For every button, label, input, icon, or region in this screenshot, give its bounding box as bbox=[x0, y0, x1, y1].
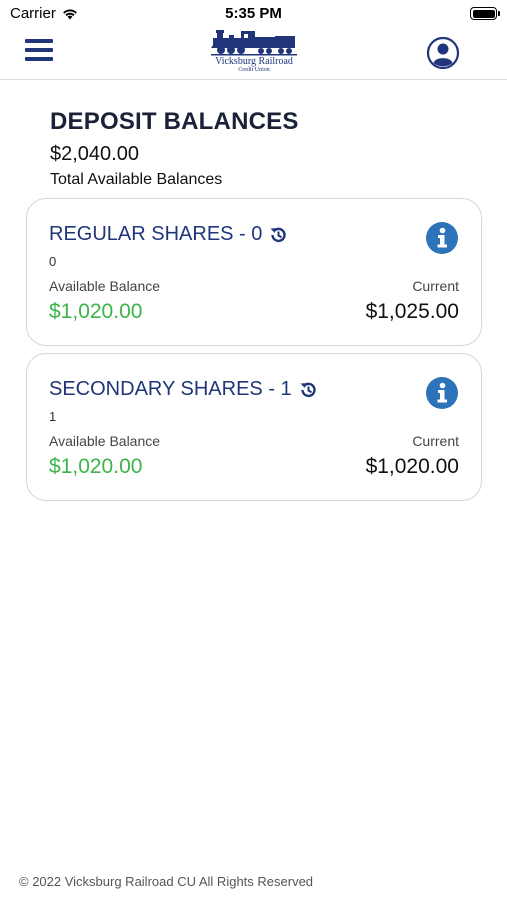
account-title-text: REGULAR SHARES - 0 bbox=[49, 223, 263, 245]
available-balance-label: Available Balance bbox=[49, 433, 161, 449]
footer-copyright: © 2022 Vicksburg Railroad CU All Rights … bbox=[19, 874, 314, 889]
account-title: SECONDARY SHARES - 1 bbox=[49, 378, 318, 401]
user-profile-icon bbox=[426, 36, 460, 70]
account-title-text: SECONDARY SHARES - 1 bbox=[49, 378, 292, 400]
status-bar: Carrier 5:35 PM bbox=[0, 0, 507, 28]
nav-bar: Vicksburg Railroad Credit Union bbox=[0, 28, 507, 80]
logo: Vicksburg Railroad Credit Union bbox=[211, 28, 297, 76]
available-balance-value: $1,020.00 bbox=[49, 300, 143, 323]
logo-name: Vicksburg Railroad bbox=[215, 56, 293, 67]
history-icon[interactable] bbox=[298, 380, 318, 400]
clock: 5:35 PM bbox=[225, 5, 282, 22]
page-title: DEPOSIT BALANCES bbox=[50, 108, 299, 135]
current-balance-label: Current bbox=[412, 433, 459, 449]
account-card-secondary-shares[interactable]: SECONDARY SHARES - 1 1 Available Balance… bbox=[26, 353, 482, 501]
account-card-regular-shares[interactable]: REGULAR SHARES - 0 0 Available Balance C… bbox=[26, 198, 482, 346]
history-icon[interactable] bbox=[268, 225, 288, 245]
account-number: 0 bbox=[49, 254, 57, 269]
available-balance-label: Available Balance bbox=[49, 278, 161, 294]
total-balance-amount: $2,040.00 bbox=[50, 143, 139, 165]
info-icon bbox=[426, 222, 458, 254]
info-button[interactable] bbox=[425, 376, 459, 410]
total-balance-label: Total Available Balances bbox=[50, 171, 223, 188]
battery-icon bbox=[470, 7, 500, 20]
info-button[interactable] bbox=[425, 221, 459, 255]
account-number: 1 bbox=[49, 409, 57, 424]
current-balance-label: Current bbox=[412, 278, 459, 294]
current-balance-value: $1,020.00 bbox=[365, 455, 459, 478]
train-logo-icon bbox=[211, 30, 297, 56]
profile-button[interactable] bbox=[426, 36, 460, 70]
account-title: REGULAR SHARES - 0 bbox=[49, 223, 288, 246]
logo-subtitle: Credit Union bbox=[238, 67, 270, 73]
info-icon bbox=[426, 377, 458, 409]
menu-icon[interactable] bbox=[25, 37, 53, 63]
current-balance-value: $1,025.00 bbox=[365, 300, 459, 323]
available-balance-value: $1,020.00 bbox=[49, 455, 143, 478]
